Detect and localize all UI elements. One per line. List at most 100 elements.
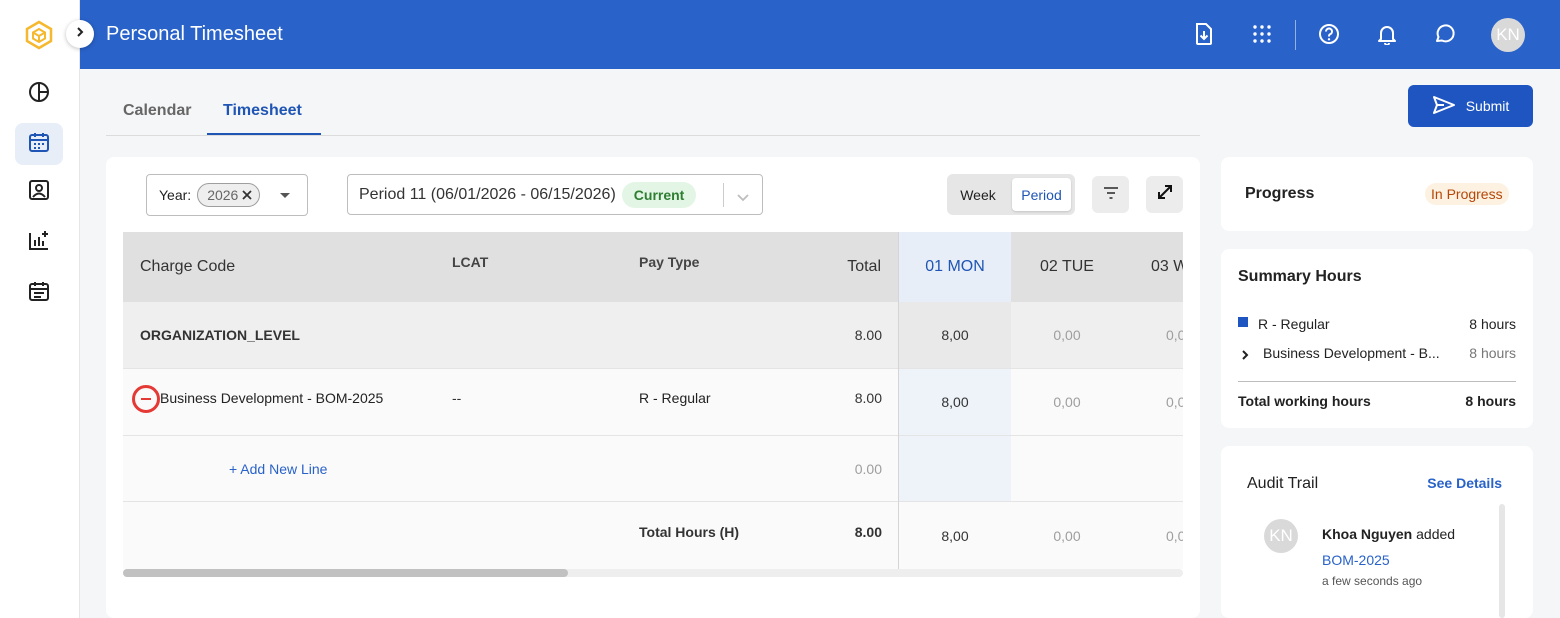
expand-arrows-icon [1157, 184, 1173, 205]
period-value: Period 11 (06/01/2026 - 06/15/2026) [359, 185, 616, 203]
frozen-column-divider [898, 232, 899, 569]
current-badge: Current [621, 181, 697, 208]
sidebar-item-events[interactable] [15, 272, 63, 314]
summary-item-label: R - Regular [1258, 316, 1330, 332]
progress-panel: Progress In Progress [1221, 157, 1533, 231]
summary-hours-panel: Summary Hours R - Regular 8 hours Busine… [1221, 249, 1533, 428]
timesheet-card: Year: 2026 Period 11 (06/01/2026 - 06/15… [106, 157, 1200, 618]
filter-button[interactable] [1092, 176, 1129, 213]
sidebar-item-profile[interactable] [15, 171, 63, 213]
audit-entry-text: Khoa Nguyen added [1322, 526, 1455, 542]
sidebar-item-timesheet[interactable] [15, 123, 63, 165]
chevron-right-icon[interactable] [1240, 348, 1250, 366]
expand-button[interactable] [1146, 176, 1183, 213]
year-label: Year: [159, 187, 192, 203]
total-working-hours-value: 8 hours [1465, 393, 1516, 409]
summary-subitem-value: 8 hours [1469, 345, 1516, 361]
calendar-icon [28, 131, 50, 158]
period-select[interactable]: Period 11 (06/01/2026 - 06/15/2026) Curr… [347, 174, 763, 215]
year-chip: 2026 [197, 183, 261, 207]
year-select[interactable]: Year: 2026 [146, 174, 308, 216]
line-pay-type[interactable]: R - Regular [639, 365, 711, 431]
see-details-link[interactable]: See Details [1427, 475, 1502, 491]
regular-legend-swatch [1238, 317, 1248, 327]
grid-header-row: Charge Code LCAT Pay Type Total 01 MON 0… [123, 232, 1183, 302]
column-header-pay-type[interactable]: Pay Type [639, 232, 699, 297]
org-total: 8.00 [854, 327, 882, 343]
total-hours-row: Total Hours (H) 8.00 8,00 0,00 0,0 [123, 502, 1183, 569]
submit-label: Submit [1465, 98, 1510, 114]
org-day-03: 0,0 [1166, 327, 1183, 343]
page-title: Personal Timesheet [106, 23, 283, 45]
send-icon [1432, 95, 1456, 118]
audit-title: Audit Trail [1247, 475, 1319, 492]
column-header-lcat[interactable]: LCAT [452, 232, 488, 297]
progress-title: Progress [1245, 185, 1315, 202]
line-charge-code: Business Development - BOM-2025 [160, 390, 384, 406]
total-hours-total: 8.00 [854, 523, 882, 540]
event-list-icon [28, 280, 50, 307]
org-day-01: 8,00 [899, 302, 1011, 368]
line-lcat[interactable]: -- [452, 365, 461, 431]
column-header-day-02[interactable]: 02 TUE [1011, 232, 1123, 302]
document-download-icon[interactable] [1190, 20, 1218, 48]
apps-grid-icon[interactable] [1248, 20, 1276, 48]
chip-remove-icon[interactable] [242, 187, 252, 203]
summary-item-value: 8 hours [1469, 316, 1516, 332]
line-day-01-input[interactable]: 8,00 [899, 369, 1011, 435]
column-header-total[interactable]: Total [783, 232, 881, 302]
audit-timestamp: a few seconds ago [1322, 574, 1423, 588]
timesheet-grid: Charge Code LCAT Pay Type Total 01 MON 0… [123, 232, 1183, 577]
pie-chart-icon [28, 81, 50, 108]
chat-icon[interactable] [1431, 20, 1459, 48]
column-header-day-03[interactable]: 03 W [1151, 232, 1183, 302]
tab-timesheet[interactable]: Timesheet [207, 89, 321, 135]
total-day-01: 8,00 [941, 527, 969, 544]
column-header-charge-code[interactable]: Charge Code [140, 232, 235, 302]
sidebar-item-reports[interactable] [15, 221, 63, 263]
audit-user-avatar: KN [1264, 519, 1298, 553]
submit-button[interactable]: Submit [1408, 85, 1533, 127]
status-badge: In Progress [1425, 183, 1509, 205]
year-chip-value: 2026 [207, 187, 239, 203]
audit-trail-panel: Audit Trail See Details KN Khoa Nguyen a… [1221, 446, 1533, 618]
view-tabs: Calendar Timesheet [106, 89, 1200, 136]
remove-line-button[interactable] [132, 385, 160, 413]
line-day-03-input[interactable]: 0,0 [1166, 369, 1183, 435]
chevron-down-icon[interactable] [737, 189, 749, 207]
column-header-day-01[interactable]: 01 MON [899, 232, 1011, 302]
summary-subitem-label[interactable]: Business Development - B... [1263, 345, 1440, 361]
week-option[interactable]: Week [951, 178, 1005, 211]
caret-down-icon[interactable] [280, 193, 290, 198]
period-option[interactable]: Period [1012, 178, 1071, 211]
add-line-total: 0.00 [854, 460, 882, 477]
audit-target-link[interactable]: BOM-2025 [1322, 552, 1390, 568]
user-avatar[interactable]: KN [1491, 18, 1525, 52]
add-line-row: + Add New Line 0.00 [123, 436, 1183, 502]
total-day-03: 0,0 [1166, 527, 1183, 544]
notifications-bell-icon[interactable] [1373, 20, 1401, 48]
horizontal-scrollbar-thumb[interactable] [123, 569, 568, 577]
filter-icon [1103, 186, 1119, 204]
line-day-02-input[interactable]: 0,00 [1011, 369, 1123, 435]
app-logo-icon[interactable] [24, 20, 54, 50]
audit-action: added [1412, 526, 1456, 542]
tab-calendar[interactable]: Calendar [123, 89, 191, 135]
help-icon[interactable] [1315, 20, 1343, 48]
sidebar [0, 0, 80, 618]
view-toggle: Week Period [947, 174, 1075, 215]
org-charge-code: ORGANIZATION_LEVEL [140, 327, 300, 343]
org-level-row: ORGANIZATION_LEVEL 8.00 8,00 0,00 0,0 [123, 302, 1183, 369]
audit-scrollbar[interactable] [1499, 504, 1505, 618]
sidebar-item-dashboard[interactable] [15, 73, 63, 115]
summary-title: Summary Hours [1238, 268, 1362, 285]
add-line-day-01 [899, 436, 1011, 501]
sidebar-expand-button[interactable] [66, 20, 94, 48]
contact-card-icon [28, 179, 50, 206]
top-header: Personal Timesheet KN [80, 0, 1560, 69]
total-day-02: 0,00 [1053, 527, 1081, 544]
table-row: Business Development - BOM-2025 -- R - R… [123, 369, 1183, 436]
select-divider [723, 183, 724, 207]
add-new-line-link[interactable]: + Add New Line [229, 436, 327, 501]
org-day-02: 0,00 [1053, 327, 1081, 343]
